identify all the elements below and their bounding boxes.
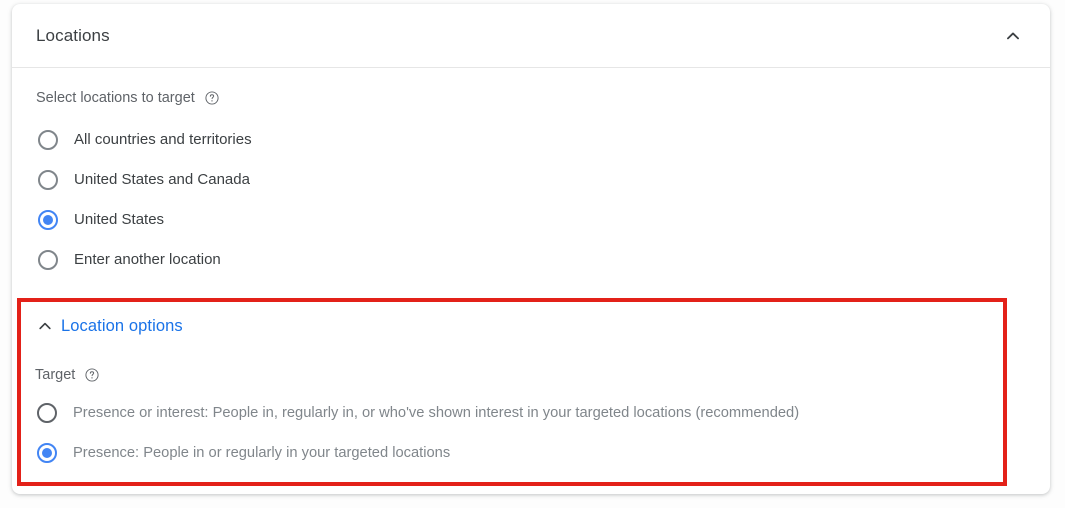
radio-label-presence-or-interest: Presence or interest: People in, regular… bbox=[73, 405, 800, 421]
radio-button-presence-or-interest[interactable] bbox=[37, 403, 57, 423]
radio-button-presence[interactable] bbox=[37, 443, 57, 463]
radio-button-united-states[interactable] bbox=[38, 210, 58, 230]
locations-card: Locations Select locations to target All… bbox=[12, 4, 1050, 494]
page-title: Locations bbox=[36, 25, 110, 45]
radio-button-all-countries[interactable] bbox=[38, 130, 58, 150]
radio-row-all-countries[interactable]: All countries and territories bbox=[36, 120, 1026, 160]
chevron-up-icon bbox=[39, 322, 51, 330]
card-body: Select locations to target All countries… bbox=[12, 68, 1050, 280]
radio-row-us-canada[interactable]: United States and Canada bbox=[36, 160, 1026, 200]
radio-label-us-canada: United States and Canada bbox=[74, 171, 250, 188]
radio-label-enter-another-location: Enter another location bbox=[74, 251, 221, 268]
collapse-section-button[interactable] bbox=[996, 19, 1030, 53]
select-locations-label: Select locations to target bbox=[36, 90, 195, 106]
location-options-toggle[interactable]: Location options bbox=[35, 314, 183, 338]
chevron-up-icon bbox=[1007, 32, 1019, 39]
radio-button-enter-another-location[interactable] bbox=[38, 250, 58, 270]
location-options-highlight-box: Location options Target Presence or inte… bbox=[17, 298, 1007, 486]
target-radio-group: Presence or interest: People in, regular… bbox=[35, 393, 1003, 473]
location-options-label: Location options bbox=[61, 316, 183, 335]
radio-button-us-canada[interactable] bbox=[38, 170, 58, 190]
radio-row-enter-another-location[interactable]: Enter another location bbox=[36, 240, 1026, 280]
radio-label-presence: Presence: People in or regularly in your… bbox=[73, 445, 451, 461]
radio-row-presence[interactable]: Presence: People in or regularly in your… bbox=[35, 433, 1003, 473]
radio-label-united-states: United States bbox=[74, 211, 165, 228]
radio-label-all-countries: All countries and territories bbox=[74, 131, 252, 148]
help-circle-icon[interactable] bbox=[204, 90, 220, 106]
select-locations-label-row: Select locations to target bbox=[36, 90, 1026, 106]
locations-radio-group: All countries and territories United Sta… bbox=[36, 120, 1026, 280]
target-label: Target bbox=[35, 367, 76, 383]
page-root: Locations Select locations to target All… bbox=[0, 0, 1065, 508]
radio-row-presence-or-interest[interactable]: Presence or interest: People in, regular… bbox=[35, 393, 1003, 433]
target-label-row: Target bbox=[35, 367, 1003, 383]
help-circle-icon[interactable] bbox=[84, 367, 100, 383]
radio-row-united-states[interactable]: United States bbox=[36, 200, 1026, 240]
card-header: Locations bbox=[12, 4, 1050, 68]
